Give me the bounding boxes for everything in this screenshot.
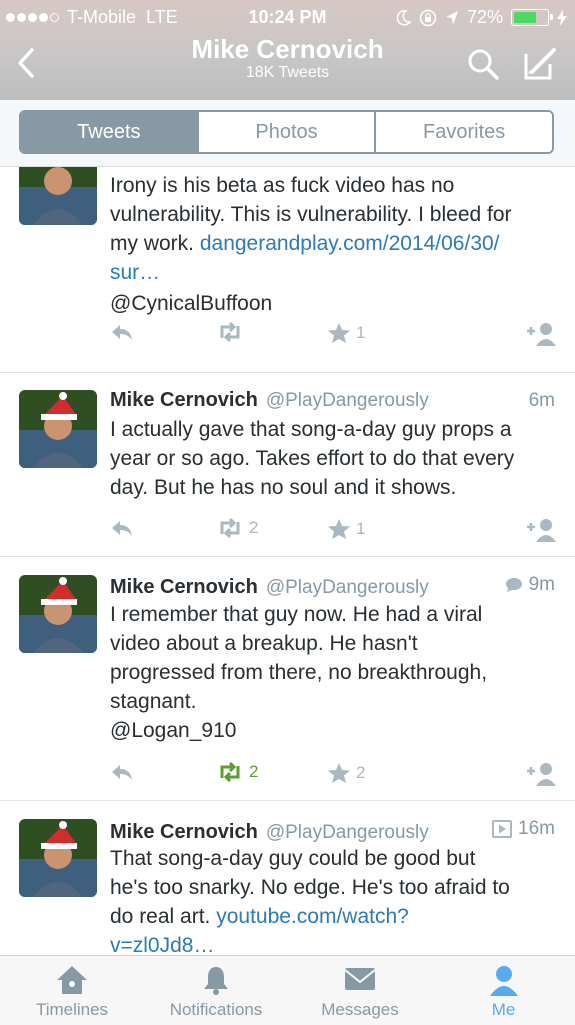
status-bar: T-Mobile LTE 10:24 PM 72% xyxy=(0,0,575,32)
tweet-item[interactable]: Mike Cernovich @PlayDangerously 16m That… xyxy=(0,801,575,954)
tweet-item[interactable]: Mike Cernovich @PlayDangerously 6m I act… xyxy=(0,372,575,557)
battery-percent: 72% xyxy=(466,7,503,27)
avatar[interactable] xyxy=(19,819,97,897)
conversation-icon xyxy=(505,578,522,592)
tweet-item[interactable]: Mike Cernovich @PlayDangerously 9m I rem… xyxy=(0,557,575,801)
profile-tabs-bar: Tweets Photos Favorites xyxy=(0,100,575,167)
battery-icon xyxy=(511,9,553,26)
tweet-actions: 2 1 xyxy=(110,518,557,544)
envelope-icon xyxy=(344,968,376,990)
charging-bolt-icon xyxy=(557,9,567,26)
avatar[interactable] xyxy=(19,167,97,225)
retweet-icon xyxy=(220,322,240,342)
retweet-count: 2 xyxy=(249,762,259,781)
compose-button[interactable] xyxy=(520,44,560,84)
add-user-icon xyxy=(527,763,556,786)
tweet-feed[interactable]: Irony is his beta as fuck video has no v… xyxy=(0,167,575,954)
tweet-mention[interactable]: @CynicalBuffoon xyxy=(110,292,272,316)
tab-photos[interactable]: Photos xyxy=(196,112,375,152)
reply-icon xyxy=(112,521,132,536)
avatar[interactable] xyxy=(19,575,97,653)
user-handle[interactable]: @PlayDangerously xyxy=(266,390,429,412)
reply-button[interactable] xyxy=(110,322,134,342)
moon-icon xyxy=(396,9,411,26)
tweet-text: I remember that guy now. He had a viral … xyxy=(110,603,488,713)
tweet-timestamp: 9m xyxy=(505,574,555,596)
favorite-button[interactable]: 1 xyxy=(327,322,365,344)
follow-button[interactable] xyxy=(525,518,557,542)
home-icon xyxy=(57,966,87,994)
bottom-tab-bar: Timelines Notifications Messages Me xyxy=(0,955,575,1025)
add-user-icon xyxy=(527,519,556,542)
retweet-count: 2 xyxy=(249,518,259,537)
user-name[interactable]: Mike Cernovich xyxy=(110,389,258,412)
tweet-text: I actually gave that song-a-day guy prop… xyxy=(110,418,515,499)
user-handle[interactable]: @PlayDangerously xyxy=(266,822,429,844)
favorite-button[interactable]: 2 xyxy=(327,762,365,784)
tweet-link-continued[interactable]: sur… xyxy=(110,258,555,287)
tweet-timestamp: 6m xyxy=(528,390,555,411)
tab-favorites[interactable]: Favorites xyxy=(374,112,552,152)
retweet-icon xyxy=(220,518,240,538)
favorite-count: 1 xyxy=(356,519,366,538)
follow-button[interactable] xyxy=(525,322,557,346)
retweet-button[interactable]: 2 xyxy=(216,518,258,538)
tab-timelines[interactable]: Timelines xyxy=(0,956,144,1025)
tab-notifications[interactable]: Notifications xyxy=(144,956,288,1025)
tweet-header: Mike Cernovich @PlayDangerously 16m xyxy=(110,818,555,846)
reply-icon xyxy=(112,325,132,340)
user-handle[interactable]: @PlayDangerously xyxy=(266,577,429,599)
tab-tweets[interactable]: Tweets xyxy=(21,112,197,152)
compose-icon xyxy=(524,48,556,80)
tab-messages[interactable]: Messages xyxy=(288,956,432,1025)
retweet-button[interactable] xyxy=(216,322,249,342)
retweet-icon xyxy=(220,762,240,782)
tweet-link[interactable]: youtube.com/watch? xyxy=(216,905,409,928)
orientation-lock-icon xyxy=(419,9,437,26)
user-name[interactable]: Mike Cernovich xyxy=(110,576,258,599)
location-arrow-icon xyxy=(445,10,458,25)
reply-icon xyxy=(112,765,132,780)
retweet-button[interactable]: 2 xyxy=(216,762,258,782)
favorite-count: 2 xyxy=(356,763,366,782)
segmented-control: Tweets Photos Favorites xyxy=(19,110,554,154)
video-play-icon xyxy=(492,820,513,838)
favorite-count: 1 xyxy=(356,323,366,342)
reply-button[interactable] xyxy=(110,762,134,782)
tweet-text: That song-a-day guy could be good but he… xyxy=(110,844,555,954)
tweet-mention[interactable]: @Logan_910 xyxy=(110,719,236,743)
tweet-actions: 2 2 xyxy=(110,762,557,788)
tweet-link[interactable]: dangerandplay.com/2014/06/30/ xyxy=(200,232,500,255)
tweet-actions: 1 xyxy=(110,322,557,348)
bell-icon xyxy=(204,967,228,995)
navigation-header: T-Mobile LTE 10:24 PM 72% Mike Cernovich… xyxy=(0,0,575,100)
add-user-icon xyxy=(527,323,556,346)
follow-button[interactable] xyxy=(525,762,557,786)
tweet-text: Irony is his beta as fuck video has no v… xyxy=(110,171,555,287)
user-name[interactable]: Mike Cernovich xyxy=(110,821,258,844)
avatar[interactable] xyxy=(19,390,97,468)
person-icon xyxy=(489,966,518,996)
tab-me[interactable]: Me xyxy=(432,956,575,1025)
tweet-link-continued[interactable]: v=zl0Jd8… xyxy=(110,931,555,954)
star-icon xyxy=(328,519,350,539)
favorite-button[interactable]: 1 xyxy=(327,518,365,540)
search-button[interactable] xyxy=(465,46,501,82)
tweet-header: Mike Cernovich @PlayDangerously 9m xyxy=(110,574,555,602)
star-icon xyxy=(328,763,350,783)
reply-button[interactable] xyxy=(110,518,134,538)
tweet-timestamp: 16m xyxy=(492,818,555,840)
tweet-item[interactable]: Irony is his beta as fuck video has no v… xyxy=(0,167,575,373)
tweet-header: Mike Cernovich @PlayDangerously 6m xyxy=(110,389,555,417)
star-icon xyxy=(328,323,350,343)
search-icon xyxy=(468,49,499,80)
